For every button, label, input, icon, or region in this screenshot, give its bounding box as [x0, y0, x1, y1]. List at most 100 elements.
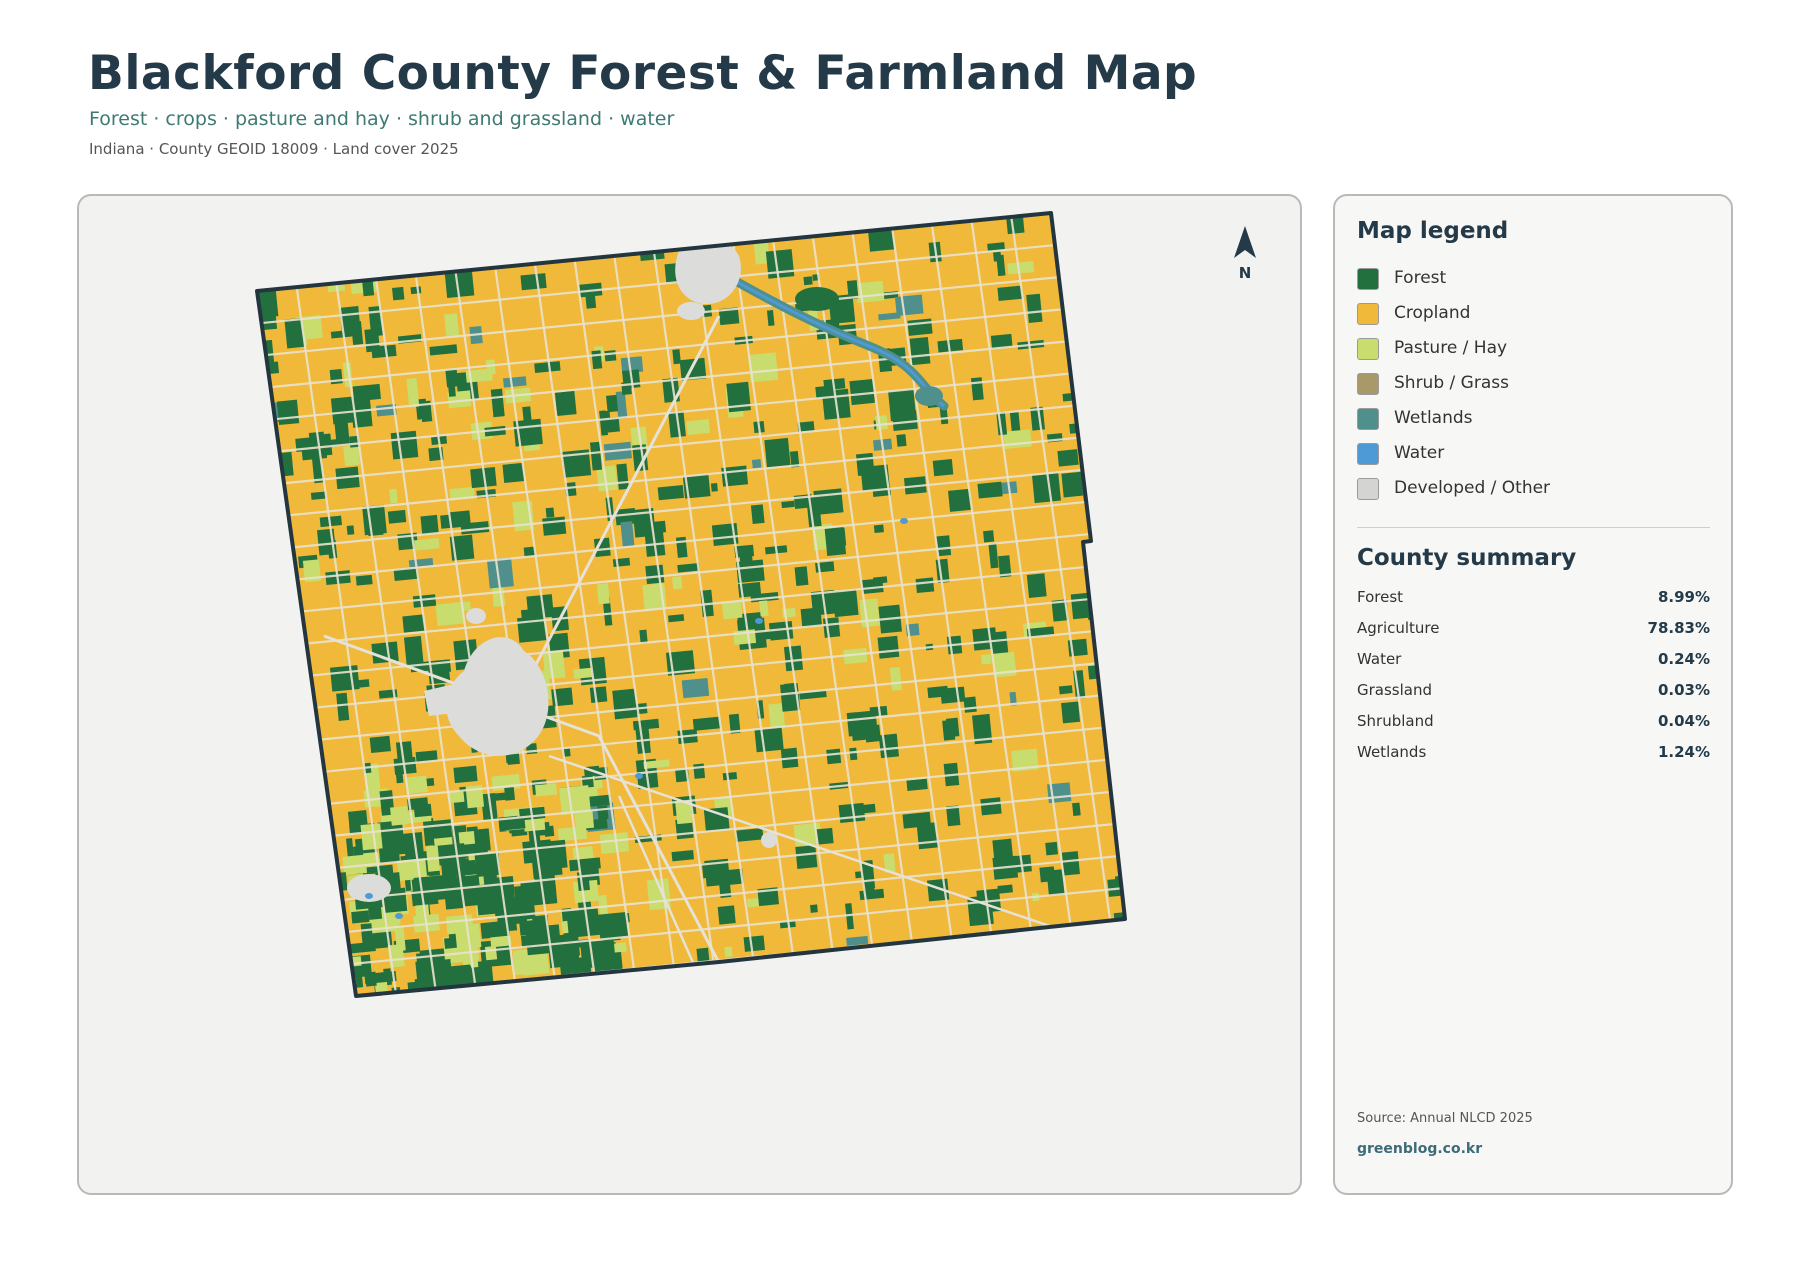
summary-label: Shrubland — [1357, 712, 1434, 730]
forest-parcel — [420, 514, 439, 535]
forest-parcel — [915, 577, 935, 594]
forest-parcel — [597, 911, 629, 940]
forest-parcel — [1166, 658, 1190, 672]
summary-row-agriculture: Agriculture 78.83% — [1357, 619, 1710, 639]
forest-parcel — [525, 924, 562, 956]
forest-parcel — [1046, 869, 1065, 896]
forest-parcel — [1108, 548, 1123, 571]
north-arrow-icon — [1234, 226, 1256, 258]
pasture-parcel — [875, 415, 888, 431]
water-body — [755, 618, 763, 624]
forest-parcel — [864, 724, 881, 743]
forest-parcel — [983, 530, 995, 543]
wetland-parcel — [1115, 501, 1125, 511]
forest-parcel — [403, 635, 424, 666]
forest-parcel — [825, 527, 847, 548]
summary-row-water: Water 0.24% — [1357, 650, 1710, 670]
forest-parcel — [927, 685, 949, 699]
land-cover-map[interactable] — [79, 196, 1302, 1195]
forest-parcel — [554, 390, 577, 417]
pasture-parcel — [1103, 308, 1124, 319]
forest-parcel — [1172, 717, 1196, 729]
forest-parcel — [545, 507, 555, 518]
forest-parcel — [1072, 802, 1081, 817]
forest-parcel — [873, 576, 888, 584]
developed-area — [466, 608, 486, 624]
developed-area — [761, 832, 777, 848]
legend-swatch — [1357, 268, 1379, 290]
forest-parcel — [1114, 874, 1125, 888]
legend-swatch — [1357, 303, 1379, 325]
pasture-parcel — [1145, 715, 1158, 727]
summary-label: Wetlands — [1357, 743, 1427, 761]
forest-parcel — [597, 805, 609, 820]
forest-parcel — [526, 594, 554, 620]
pasture-parcel — [1122, 715, 1125, 747]
forest-parcel — [369, 735, 391, 754]
brand-link[interactable]: greenblog.co.kr — [1357, 1141, 1482, 1157]
forest-parcel — [764, 437, 791, 468]
pasture-parcel — [686, 419, 711, 436]
developed-area — [677, 302, 705, 320]
forest-parcel — [657, 484, 684, 501]
forest-parcel — [355, 574, 373, 586]
forest-parcel — [447, 382, 456, 397]
legend-label: Shrub / Grass — [1394, 373, 1509, 393]
pasture-parcel — [435, 602, 465, 627]
pasture-parcel — [1149, 736, 1167, 755]
forest-parcel — [580, 939, 617, 969]
summary-label: Agriculture — [1357, 619, 1440, 637]
road-line — [1170, 201, 1269, 906]
forest-parcel — [896, 434, 907, 447]
pasture-parcel — [521, 953, 550, 976]
forest-parcel — [502, 462, 525, 483]
summary-row-shrubland: Shrubland 0.04% — [1357, 712, 1710, 732]
north-arrow: N — [1220, 224, 1270, 284]
legend-title: Map legend — [1357, 218, 1509, 244]
water-body — [635, 773, 643, 779]
road-line — [1130, 205, 1229, 910]
summary-label: Forest — [1357, 588, 1404, 606]
forest-parcel — [1121, 575, 1125, 602]
forest-parcel — [390, 430, 419, 460]
pasture-parcel — [859, 598, 880, 628]
forest-parcel — [413, 803, 432, 818]
forest-parcel — [364, 328, 381, 353]
legend-label: Cropland — [1394, 303, 1471, 323]
forest-parcel — [542, 516, 567, 536]
pasture-parcel — [596, 583, 610, 605]
forest-parcel — [816, 827, 834, 845]
page-title: Blackford County Forest & Farmland Map — [88, 46, 1198, 101]
page-subtitle: Forest · crops · pasture and hay · shrub… — [89, 108, 675, 130]
forest-parcel — [743, 935, 765, 952]
legend-swatch — [1357, 408, 1379, 430]
side-panel: Map legend Forest Cropland Pasture / Hay… — [1333, 194, 1733, 1195]
map-panel[interactable] — [77, 194, 1302, 1195]
forest-parcel — [410, 286, 422, 295]
forest-parcel — [1205, 898, 1213, 905]
forest-parcel — [346, 525, 355, 535]
summary-value: 78.83% — [1647, 619, 1710, 637]
forest-parcel — [980, 797, 1002, 816]
summary-value: 0.03% — [1657, 681, 1710, 699]
pasture-parcel — [1081, 348, 1104, 358]
forest-parcel — [722, 772, 738, 781]
forest-parcel — [1045, 841, 1058, 856]
forest-parcel — [693, 763, 706, 779]
legend-label: Developed / Other — [1394, 478, 1551, 498]
forest-parcel — [942, 719, 956, 741]
forest-parcel — [1108, 387, 1124, 419]
forest-parcel — [1061, 851, 1080, 876]
water-body — [900, 518, 908, 524]
pasture-parcel — [980, 653, 992, 665]
forest-parcel — [754, 726, 784, 753]
legend-divider — [1357, 527, 1710, 528]
forest-parcel — [1166, 854, 1190, 877]
forest-parcel — [1145, 467, 1156, 493]
legend-label: Forest — [1394, 268, 1447, 288]
forest-parcel — [963, 696, 977, 713]
forest-parcel — [387, 509, 407, 524]
summary-value: 1.24% — [1657, 743, 1710, 761]
forest-parcel — [1058, 685, 1073, 695]
forest-parcel — [1153, 585, 1165, 612]
